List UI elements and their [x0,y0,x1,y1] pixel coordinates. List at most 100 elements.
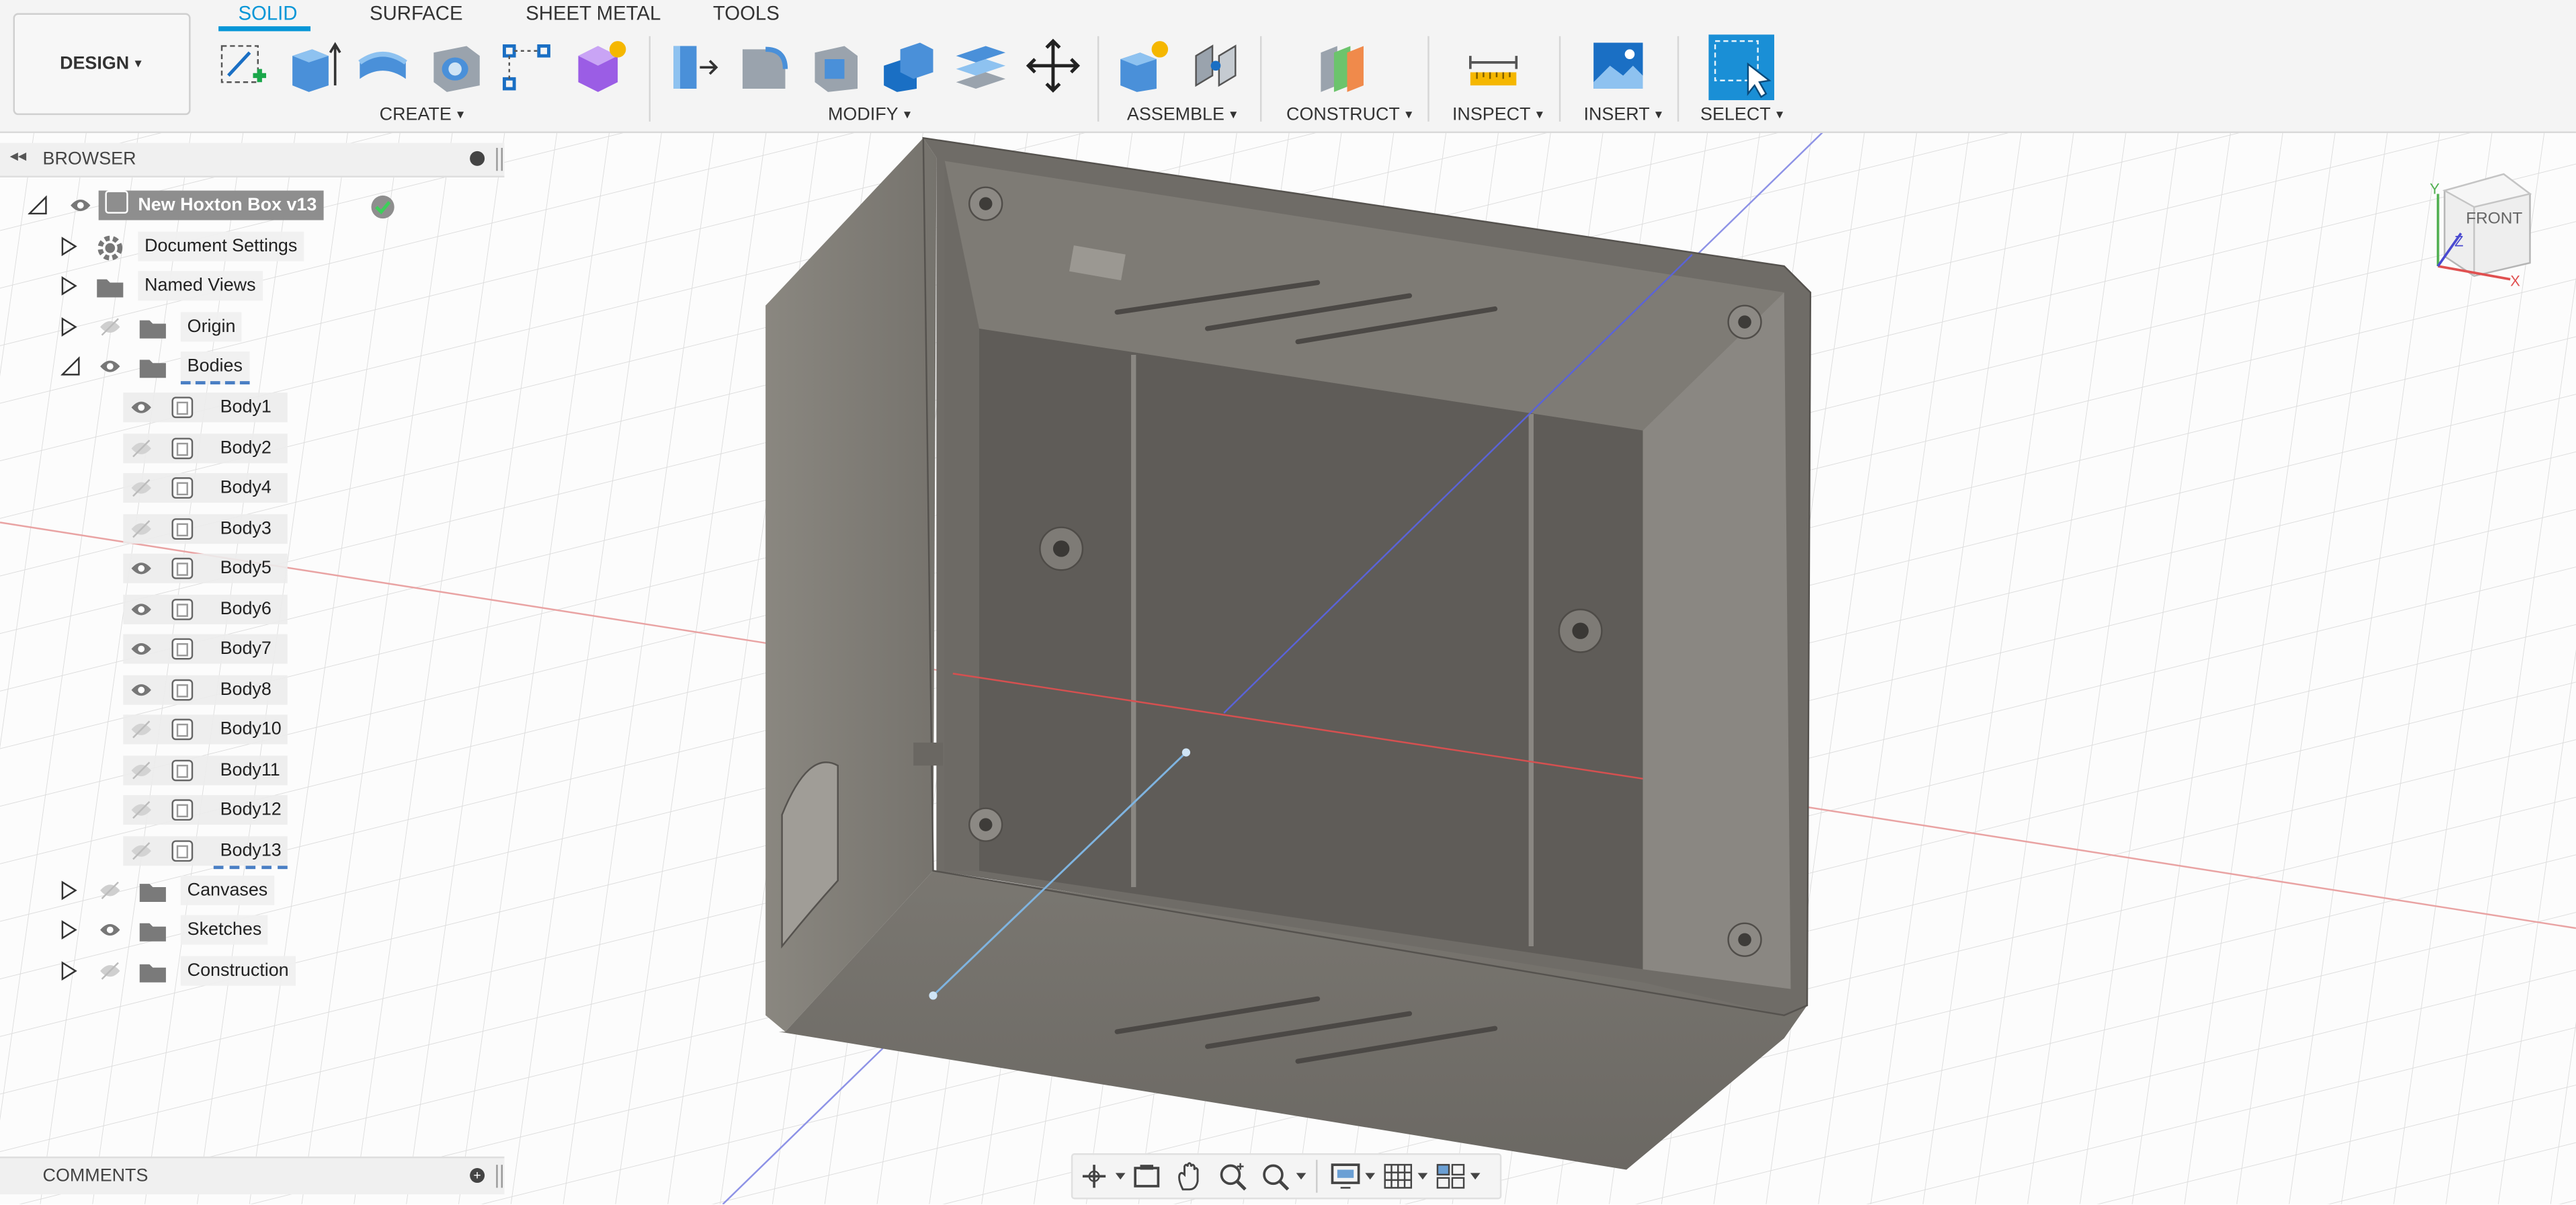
look-at-icon[interactable] [1132,1161,1161,1191]
tab-tools[interactable]: TOOLS [713,1,780,24]
offset-plane-icon[interactable] [1315,36,1370,95]
body-icon [171,718,194,741]
separator [1259,36,1262,122]
browser-item-named-views[interactable]: Named Views [0,271,329,304]
browser-item-sketches[interactable]: Sketches [0,915,329,948]
viewports-icon[interactable] [1434,1160,1483,1193]
eye-hidden-icon[interactable] [130,800,153,819]
body-item[interactable]: Body10 [0,714,329,747]
panel-resize-handle[interactable] [496,148,503,171]
eye-icon[interactable] [99,356,122,376]
insert-menu[interactable]: INSERT ▼ [1583,105,1664,124]
browser-item-construction[interactable]: Construction [0,956,329,989]
expanded-triangle-icon[interactable] [28,195,48,215]
body-label: Body12 [220,800,282,820]
zoom-icon[interactable] [1260,1160,1309,1193]
eye-hidden-icon[interactable] [130,760,153,780]
create-menu[interactable]: CREATE ▼ [380,105,466,124]
modify-label: MODIFY [828,105,899,125]
collapsed-triangle-icon[interactable] [60,880,77,901]
fillet-icon[interactable] [736,36,792,95]
collapsed-triangle-icon[interactable] [60,317,77,337]
browser-root-item[interactable]: New Hoxton Box v13 [0,190,427,224]
body-item[interactable]: Body13 [0,835,329,868]
collapsed-triangle-icon[interactable] [60,961,77,981]
sketch-point[interactable] [929,991,938,1000]
browser-item-document-settings[interactable]: Document Settings [0,231,329,265]
eye-icon[interactable] [99,920,122,940]
form-icon[interactable] [572,36,628,95]
chevron-down-icon: ▼ [1653,110,1665,122]
extrude-icon[interactable] [286,36,341,95]
insert-image-icon[interactable] [1590,36,1646,95]
select-menu[interactable]: SELECT ▼ [1700,105,1785,124]
eye-hidden-icon[interactable] [99,317,122,337]
body-label: Body8 [220,679,272,700]
construct-menu[interactable]: CONSTRUCT ▼ [1286,105,1415,124]
measure-icon[interactable] [1465,36,1521,95]
eye-hidden-icon[interactable] [99,880,122,900]
minimize-icon[interactable] [470,151,485,166]
tab-surface[interactable]: SURFACE [370,1,463,24]
tab-solid[interactable]: SOLID [238,1,297,24]
browser-item-bodies[interactable]: Bodies [0,351,329,385]
expanded-triangle-icon[interactable] [60,356,80,376]
eye-icon[interactable] [69,196,92,215]
eye-hidden-icon[interactable] [99,961,122,981]
panel-resize-handle[interactable] [496,1165,503,1188]
collapsed-triangle-icon[interactable] [60,276,77,296]
orbit-icon[interactable] [1079,1161,1126,1191]
eye-hidden-icon[interactable] [130,438,153,457]
eye-hidden-icon[interactable] [130,720,153,739]
eye-hidden-icon[interactable] [130,518,153,538]
tab-sheet-metal[interactable]: SHEET METAL [526,1,661,24]
eye-hidden-icon[interactable] [130,840,153,860]
inspect-menu[interactable]: INSPECT ▼ [1452,105,1545,124]
collapsed-triangle-icon[interactable] [60,237,77,257]
new-component-icon[interactable] [1117,36,1173,95]
display-settings-icon[interactable] [1329,1160,1378,1193]
eye-icon[interactable] [130,558,153,578]
revolve-icon[interactable] [355,36,411,95]
body-item[interactable]: Body8 [0,674,329,707]
workspace-switcher[interactable]: DESIGN ▼ [13,13,191,116]
replace-face-icon[interactable] [953,36,1009,95]
create-sketch-icon[interactable] [214,36,269,95]
pan-hand-icon[interactable] [1175,1160,1204,1193]
shell-icon[interactable] [808,36,864,95]
joint-icon[interactable] [1190,36,1245,95]
eye-icon[interactable] [130,679,153,699]
body-item[interactable]: Body3 [0,513,329,546]
pattern-icon[interactable] [499,36,555,95]
select-icon[interactable] [1708,34,1775,101]
eye-icon[interactable] [130,599,153,618]
body-item[interactable]: Body5 [0,553,329,587]
eye-hidden-icon[interactable] [130,478,153,497]
3d-viewport[interactable]: FRONT X Y Z [0,0,2576,1204]
body-item[interactable]: Body11 [0,755,329,788]
eye-icon[interactable] [130,398,153,417]
body-item[interactable]: Body7 [0,634,329,667]
body-item[interactable]: Body6 [0,593,329,627]
body-icon [171,799,194,821]
press-pull-icon[interactable] [664,36,720,95]
body-item[interactable]: Body1 [0,392,329,425]
hole-icon[interactable] [427,36,483,95]
move-icon[interactable] [1025,36,1081,95]
zoom-window-icon[interactable] [1217,1160,1250,1193]
grid-settings-icon[interactable] [1382,1160,1431,1193]
modify-menu[interactable]: MODIFY ▼ [828,105,913,124]
collapse-panel-icon[interactable]: ◂◂ [10,148,27,166]
construct-label: CONSTRUCT [1286,105,1400,125]
eye-icon[interactable] [130,639,153,659]
add-comment-icon[interactable]: + [470,1168,485,1183]
browser-item-origin[interactable]: Origin [0,312,329,345]
body-item[interactable]: Body4 [0,473,329,506]
body-item[interactable]: Body2 [0,433,329,466]
assemble-menu[interactable]: ASSEMBLE ▼ [1127,105,1239,124]
browser-item-canvases[interactable]: Canvases [0,875,329,909]
collapsed-triangle-icon[interactable] [60,920,77,940]
body-item[interactable]: Body12 [0,795,329,828]
sketch-point[interactable] [1181,748,1191,757]
combine-icon[interactable] [880,36,936,95]
